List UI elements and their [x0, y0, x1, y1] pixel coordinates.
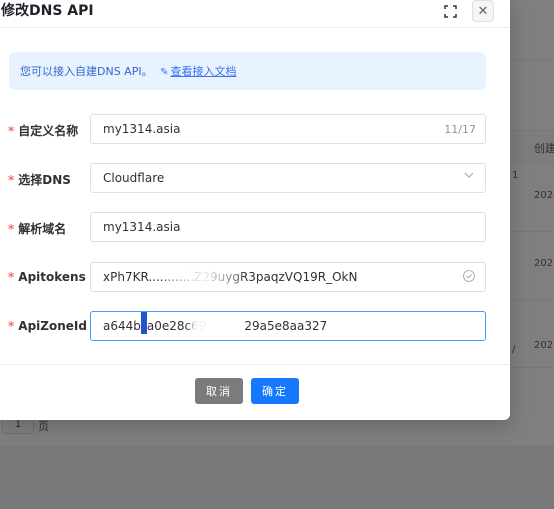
dns-selected-value: Cloudflare	[103, 171, 165, 185]
char-counter: 11/17	[444, 123, 476, 136]
close-icon: ✕	[477, 3, 489, 19]
form-item-name: * 自定义名称 my1314.asia 11/17	[0, 114, 510, 144]
confirm-button[interactable]: 确定	[251, 378, 299, 404]
apizoneid-value-c: 29a5e8aa327	[244, 319, 328, 333]
view-docs-link-label: 查看接入文档	[170, 65, 237, 78]
form-item-apizoneid: * ApiZoneId a644b a0e28c69 29a5e8aa327	[0, 311, 510, 341]
check-circle-icon	[462, 269, 476, 283]
edit-icon: ✎	[160, 67, 169, 78]
domain-label: * 解析域名	[8, 222, 67, 236]
fullscreen-icon[interactable]	[439, 0, 461, 22]
info-alert: 您可以接入自建DNS API。 ✎ 查看接入文档	[9, 52, 486, 90]
form-item-apitokens: *Apitokens xPh7KR............Z29uygR3paq…	[0, 262, 510, 292]
dialog-header: 修改DNS API ✕	[0, 0, 510, 28]
view-docs-link[interactable]: ✎ 查看接入文档	[160, 65, 236, 78]
cancel-button[interactable]: 取消	[195, 378, 243, 404]
form-item-domain: * 解析域名 my1314.asia	[0, 212, 510, 242]
dialog-footer: 取消 确定	[0, 364, 510, 420]
name-label: * 自定义名称	[8, 124, 79, 138]
custom-name-input[interactable]: my1314.asia 11/17	[90, 114, 486, 144]
redaction-blur	[163, 266, 243, 288]
apitokens-input[interactable]: xPh7KR............Z29uygR3paqzVQ19R_OkN	[90, 262, 486, 292]
chevron-down-icon	[464, 172, 474, 178]
apizoneid-input[interactable]: a644b a0e28c69 29a5e8aa327	[90, 311, 486, 341]
apizoneid-value-a: a644b	[103, 319, 141, 333]
dns-label: * 选择DNS	[8, 173, 71, 187]
edit-dns-api-dialog: 修改DNS API ✕ 您可以接入自建DNS API。 ✎ 查看接入文档 * 自定义…	[0, 0, 510, 420]
close-button[interactable]: ✕	[472, 0, 494, 22]
dns-select[interactable]: Cloudflare	[90, 163, 486, 193]
apizoneid-label: * ApiZoneId	[8, 319, 87, 333]
redaction-blur	[191, 315, 237, 337]
alert-text: 您可以接入自建DNS API。	[20, 65, 153, 78]
apitokens-label: * Apitokens	[8, 270, 86, 284]
domain-input[interactable]: my1314.asia	[90, 212, 486, 242]
custom-name-value: my1314.asia	[103, 122, 181, 136]
domain-value: my1314.asia	[103, 220, 181, 234]
form-item-dns: * 选择DNS Cloudflare	[0, 163, 510, 193]
dialog-title: 修改DNS API	[1, 3, 94, 19]
